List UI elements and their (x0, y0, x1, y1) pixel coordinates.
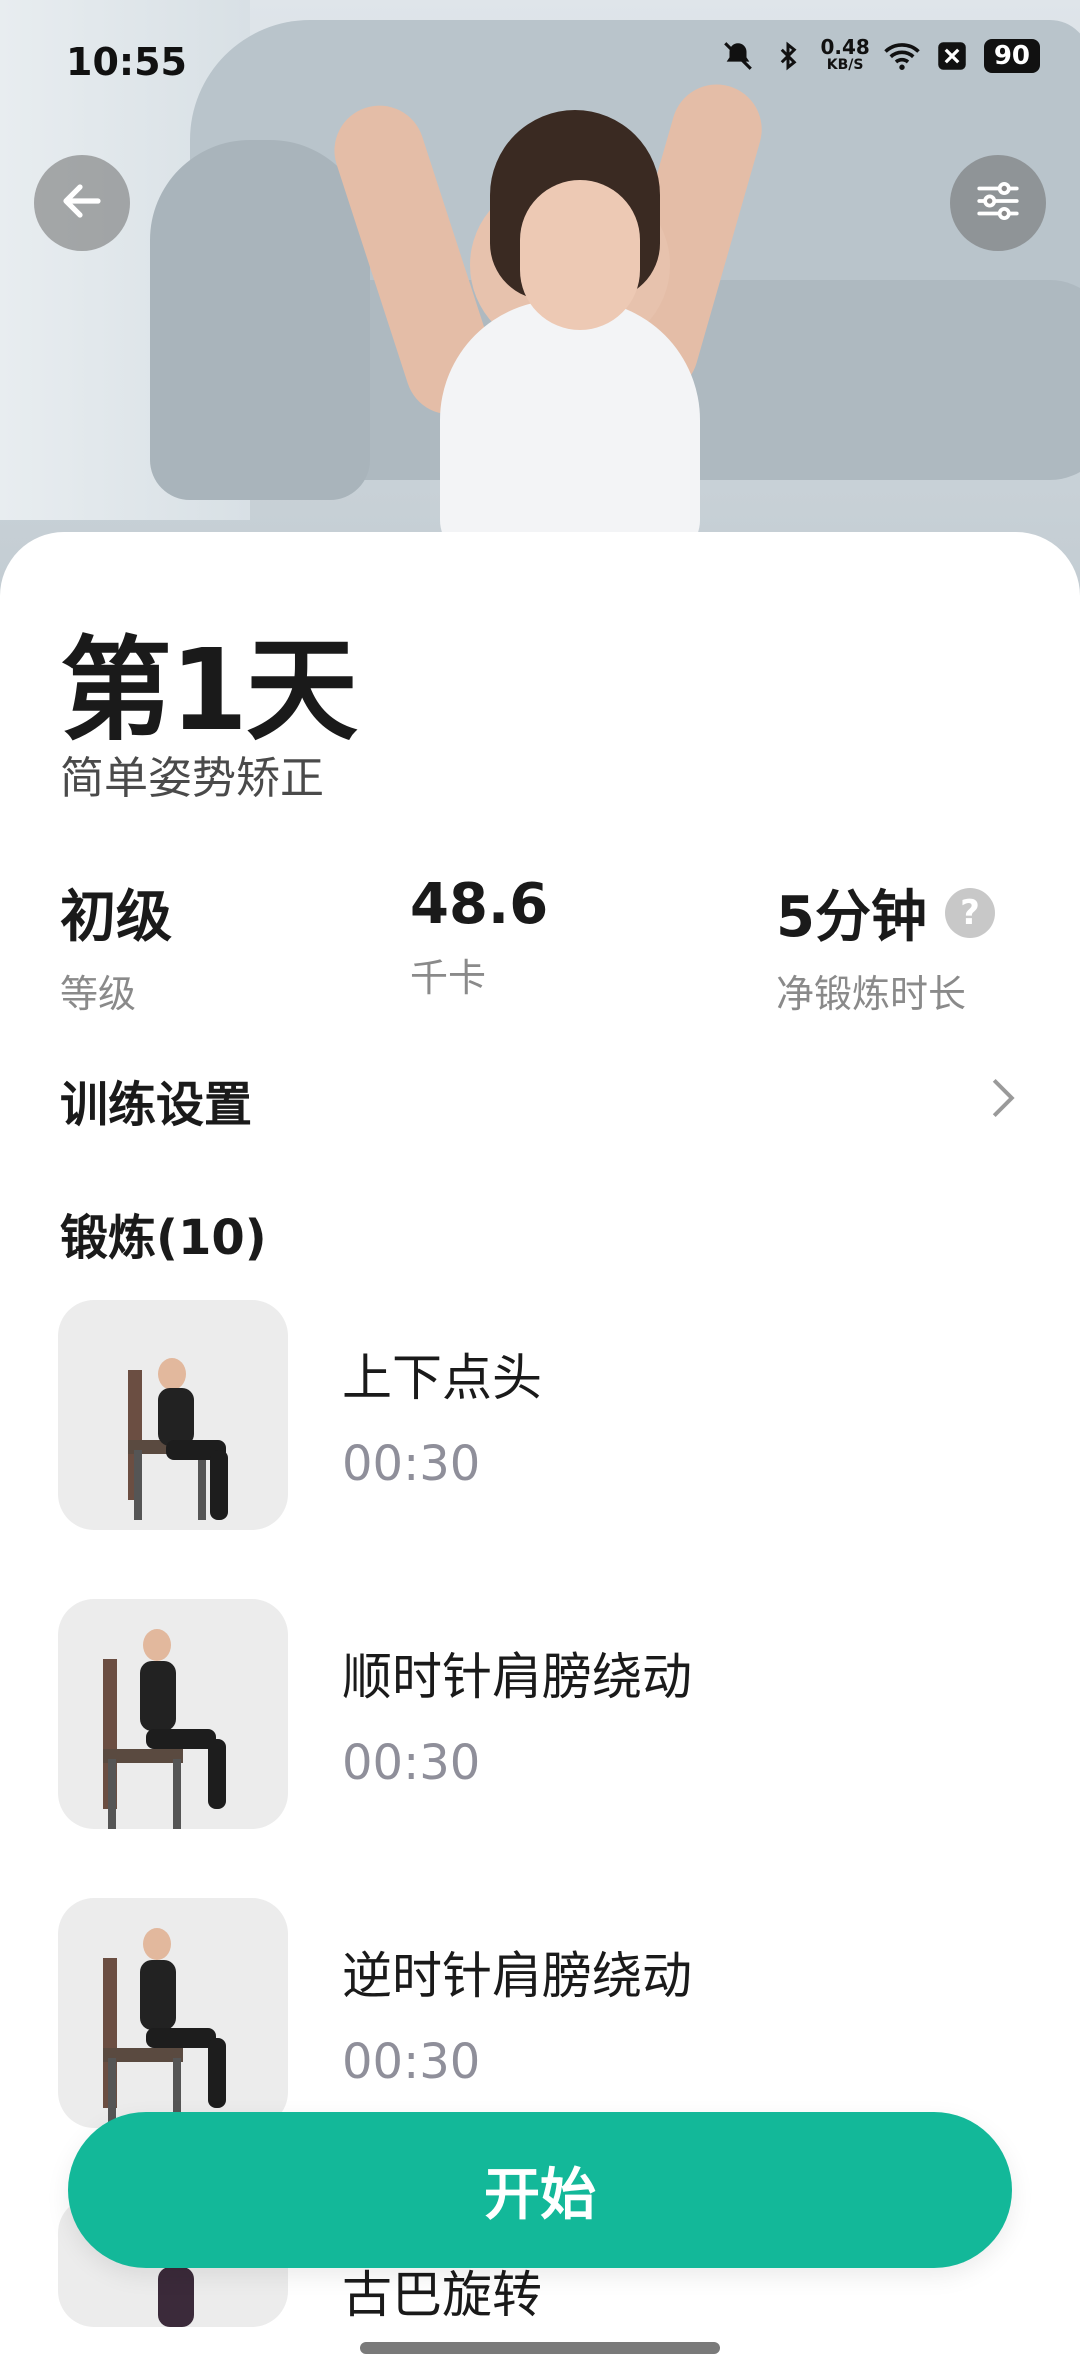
exercise-text: 逆时针肩膀绕动 00:30 (342, 1936, 692, 2090)
net-speed-unit: KB/S (826, 57, 864, 73)
back-button[interactable] (34, 155, 130, 251)
status-time: 10:55 (66, 40, 187, 84)
status-icons: 0.48 KB/S 90 (720, 35, 1040, 74)
net-speed: 0.48 KB/S (820, 35, 870, 74)
figure-shape (208, 1739, 226, 1809)
bell-off-icon (720, 38, 756, 74)
training-settings-row[interactable]: 训练设置 (60, 1060, 1020, 1140)
figure-shape (158, 1358, 186, 1390)
stat-calories: 48.6 千卡 (410, 872, 548, 1002)
chair-shape (108, 1759, 116, 1829)
close-box-icon (934, 38, 970, 74)
exercise-name: 逆时针肩膀绕动 (342, 1947, 692, 2005)
hero-sofa-arm (150, 140, 370, 500)
stat-duration-row: 5分钟 ? (776, 872, 995, 953)
exercise-duration: 00:30 (342, 1735, 481, 1791)
stat-calories-label: 千卡 (410, 956, 487, 1000)
figure-shape (146, 1729, 216, 1749)
stat-level: 初级 等级 (60, 872, 172, 1018)
exercise-duration: 00:30 (342, 2034, 481, 2090)
figure-shape (146, 2028, 216, 2048)
chair-shape (198, 1450, 206, 1520)
net-speed-value: 0.48 (820, 35, 870, 59)
sliders-icon (973, 176, 1023, 230)
exercise-text: 顺时针肩膀绕动 00:30 (342, 1637, 692, 1791)
hero-person-face (520, 180, 640, 330)
stat-level-value: 初级 (60, 885, 172, 950)
bluetooth-icon (770, 38, 806, 74)
stat-duration: 5分钟 ? 净锻炼时长 (776, 872, 995, 1018)
training-settings-label: 训练设置 (60, 1077, 253, 1133)
exercise-item[interactable]: 逆时针肩膀绕动 00:30 (58, 1898, 1018, 2128)
figure-shape (208, 2038, 226, 2108)
figure-shape (158, 1388, 194, 1446)
stat-duration-label: 净锻炼时长 (776, 972, 967, 1016)
chevron-right-icon (986, 1076, 1020, 1124)
exercise-duration: 00:30 (342, 1436, 481, 1492)
exercise-name: 上下点头 (342, 1349, 542, 1407)
status-bar: 10:55 0.48 KB/S 90 (0, 0, 1080, 120)
figure-shape (140, 1960, 176, 2030)
arrow-left-icon (58, 177, 106, 229)
exercise-thumbnail (58, 1300, 288, 1530)
exercises-section-title: 锻炼(10) (60, 1210, 267, 1266)
exercise-name: 顺时针肩膀绕动 (342, 1648, 692, 1706)
figure-shape (140, 1661, 176, 1731)
exercise-item[interactable]: 上下点头 00:30 (58, 1300, 1018, 1530)
stat-duration-value: 5分钟 (776, 885, 927, 950)
help-icon[interactable]: ? (944, 887, 995, 938)
chair-shape (173, 1759, 181, 1829)
stat-level-label: 等级 (60, 972, 137, 1016)
start-button[interactable]: 开始 (68, 2112, 1012, 2268)
exercise-item[interactable]: 顺时针肩膀绕动 00:30 (58, 1599, 1018, 1829)
chair-shape (134, 1450, 142, 1520)
home-indicator[interactable] (360, 2342, 720, 2354)
figure-shape (210, 1450, 228, 1520)
exercise-thumbnail (58, 1599, 288, 1829)
exercise-text: 上下点头 00:30 (342, 1338, 542, 1492)
page-subtitle: 简单姿势矫正 (60, 753, 324, 804)
figure-shape (143, 1928, 171, 1960)
battery-level: 90 (983, 39, 1040, 73)
exercise-thumbnail (58, 1898, 288, 2128)
hero-person-top (440, 300, 700, 560)
figure-shape (143, 1629, 171, 1661)
filter-button[interactable] (950, 155, 1046, 251)
page-title: 第1天 (60, 626, 358, 756)
stat-calories-value: 48.6 (410, 872, 549, 937)
figure-shape (158, 2267, 194, 2327)
wifi-icon (884, 38, 920, 74)
